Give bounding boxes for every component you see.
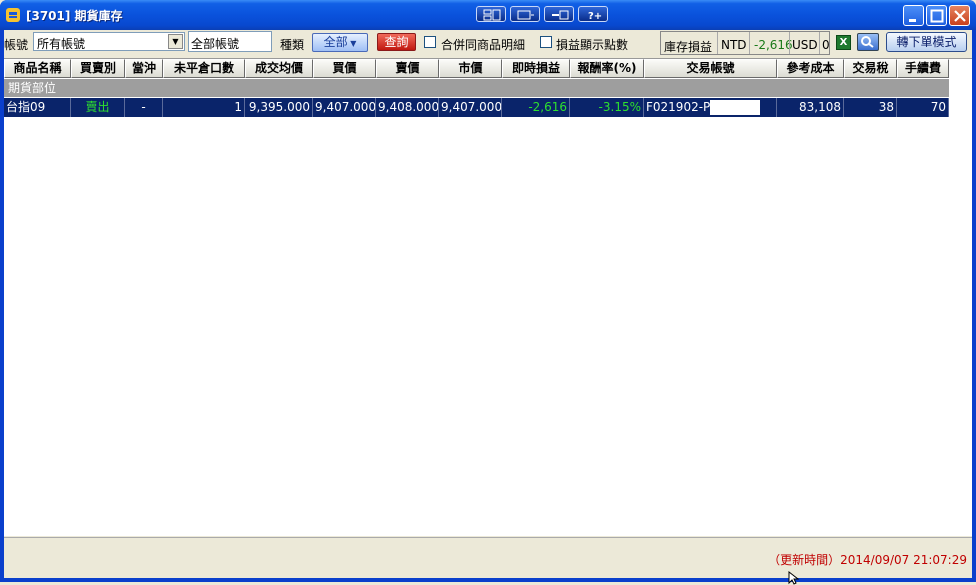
detach-icon bbox=[552, 10, 569, 20]
zoom-button[interactable] bbox=[857, 33, 879, 51]
query-button[interactable]: 查詢 bbox=[377, 33, 416, 51]
minimize-button[interactable] bbox=[903, 5, 924, 26]
excel-export-icon[interactable]: X bbox=[836, 35, 851, 50]
divider bbox=[749, 32, 750, 54]
merge-checkbox-label: 合併同商品明細 bbox=[441, 38, 526, 52]
switch-order-mode-button[interactable]: 轉下單模式 bbox=[886, 32, 967, 52]
divider bbox=[717, 32, 718, 54]
layout-icon bbox=[483, 9, 501, 21]
cell-ref-cost: 83,108 bbox=[777, 98, 844, 117]
detach-button[interactable] bbox=[544, 6, 574, 22]
account-name-field[interactable]: 全部帳號 bbox=[188, 31, 272, 52]
status-bar: （更新時間）2014/09/07 21:07:29 bbox=[4, 537, 972, 578]
cell-side: 賣出 bbox=[71, 98, 125, 117]
divider bbox=[789, 32, 790, 54]
close-button[interactable] bbox=[949, 5, 970, 26]
points-checkbox-label: 損益顯示點數 bbox=[556, 38, 629, 52]
window-title: [3701] 期貨庫存 bbox=[26, 9, 123, 23]
cell-ask: 9,408.000 bbox=[376, 98, 439, 117]
maximize-button[interactable] bbox=[926, 5, 947, 26]
col-header-fee[interactable]: 手續費 bbox=[897, 59, 949, 78]
close-icon bbox=[954, 10, 966, 22]
magnifier-icon bbox=[861, 36, 874, 48]
cell-tax: 38 bbox=[844, 98, 897, 117]
cell-pl: -2,616 bbox=[502, 98, 570, 117]
cell-product: 台指09 bbox=[4, 98, 71, 117]
ntd-label: NTD bbox=[721, 38, 747, 52]
cell-avg-price: 9,395.000 bbox=[245, 98, 313, 117]
help-button[interactable]: ?+ bbox=[578, 6, 608, 22]
inventory-pl-panel: 庫存損益 NTD -2,616 USD 0 bbox=[660, 31, 830, 55]
col-header-market[interactable]: 市價 bbox=[439, 59, 502, 78]
mouse-cursor-icon bbox=[788, 571, 800, 585]
layout-button[interactable] bbox=[476, 6, 506, 22]
app-logo-icon bbox=[6, 8, 20, 22]
account-select[interactable]: 所有帳號 ▼ bbox=[33, 32, 185, 51]
col-header-daytrade[interactable]: 當沖 bbox=[125, 59, 163, 78]
minimize-icon bbox=[909, 19, 916, 22]
update-time: （更新時間）2014/09/07 21:07:29 bbox=[768, 553, 967, 567]
col-header-pl[interactable]: 即時損益 bbox=[502, 59, 570, 78]
col-header-return[interactable]: 報酬率(%) bbox=[570, 59, 644, 78]
group-row-futures[interactable]: 期貨部位 bbox=[4, 79, 949, 97]
divider bbox=[819, 32, 820, 54]
toolbar: 帳號 所有帳號 ▼ 全部帳號 種類 全部 ▼ 查詢 合併同商品明細 損益顯示點數… bbox=[4, 30, 972, 56]
points-checkbox[interactable] bbox=[540, 36, 552, 48]
col-header-avg-price[interactable]: 成交均價 bbox=[245, 59, 313, 78]
account-select-value: 所有帳號 bbox=[37, 37, 86, 51]
category-all-label: 全部 bbox=[323, 35, 348, 49]
col-header-side[interactable]: 買賣別 bbox=[71, 59, 125, 78]
account-label: 帳號 bbox=[4, 38, 29, 52]
category-all-button[interactable]: 全部 ▼ bbox=[312, 33, 368, 52]
client-area: 帳號 所有帳號 ▼ 全部帳號 種類 全部 ▼ 查詢 合併同商品明細 損益顯示點數… bbox=[4, 30, 972, 585]
cell-market: 9,407.000 bbox=[439, 98, 502, 117]
col-header-product[interactable]: 商品名稱 bbox=[4, 59, 71, 78]
account-name-value: 全部帳號 bbox=[191, 37, 240, 51]
ntd-value: -2,616 bbox=[754, 38, 793, 52]
pl-label: 庫存損益 bbox=[664, 40, 713, 54]
link-window-button[interactable] bbox=[510, 6, 540, 22]
col-header-tax[interactable]: 交易稅 bbox=[844, 59, 897, 78]
merge-checkbox[interactable] bbox=[424, 36, 436, 48]
maximize-icon bbox=[930, 9, 944, 23]
dropdown-arrow-icon: ▼ bbox=[347, 39, 357, 48]
cell-fee: 70 bbox=[897, 98, 949, 117]
cell-bid: 9,407.000 bbox=[313, 98, 376, 117]
col-header-account[interactable]: 交易帳號 bbox=[644, 59, 777, 78]
inventory-grid: 商品名稱 買賣別 當沖 未平倉口數 成交均價 買價 賣價 市價 即時損益 報酬率… bbox=[4, 58, 972, 536]
app-window: [3701] 期貨庫存 ?+ 帳號 所有帳號 ▼ 全部帳號 種類 全部 ▼ 查詢… bbox=[0, 0, 976, 585]
col-header-ref-cost[interactable]: 參考成本 bbox=[777, 59, 844, 78]
cell-open-qty: 1 bbox=[163, 98, 245, 117]
cell-daytrade: - bbox=[125, 98, 163, 117]
svg-text:?+: ?+ bbox=[588, 11, 602, 21]
usd-value: 0 bbox=[822, 38, 830, 52]
usd-label: USD bbox=[792, 38, 818, 52]
col-header-ask[interactable]: 賣價 bbox=[376, 59, 439, 78]
account-redaction bbox=[710, 100, 760, 115]
chevron-down-icon[interactable]: ▼ bbox=[168, 34, 183, 49]
cell-return: -3.15% bbox=[570, 98, 644, 117]
title-bar[interactable]: [3701] 期貨庫存 ?+ bbox=[0, 0, 976, 30]
col-header-open-qty[interactable]: 未平倉口數 bbox=[163, 59, 245, 78]
link-window-icon bbox=[517, 10, 534, 20]
category-label: 種類 bbox=[280, 38, 305, 52]
col-header-bid[interactable]: 買價 bbox=[313, 59, 376, 78]
help-icon: ?+ bbox=[588, 11, 602, 21]
